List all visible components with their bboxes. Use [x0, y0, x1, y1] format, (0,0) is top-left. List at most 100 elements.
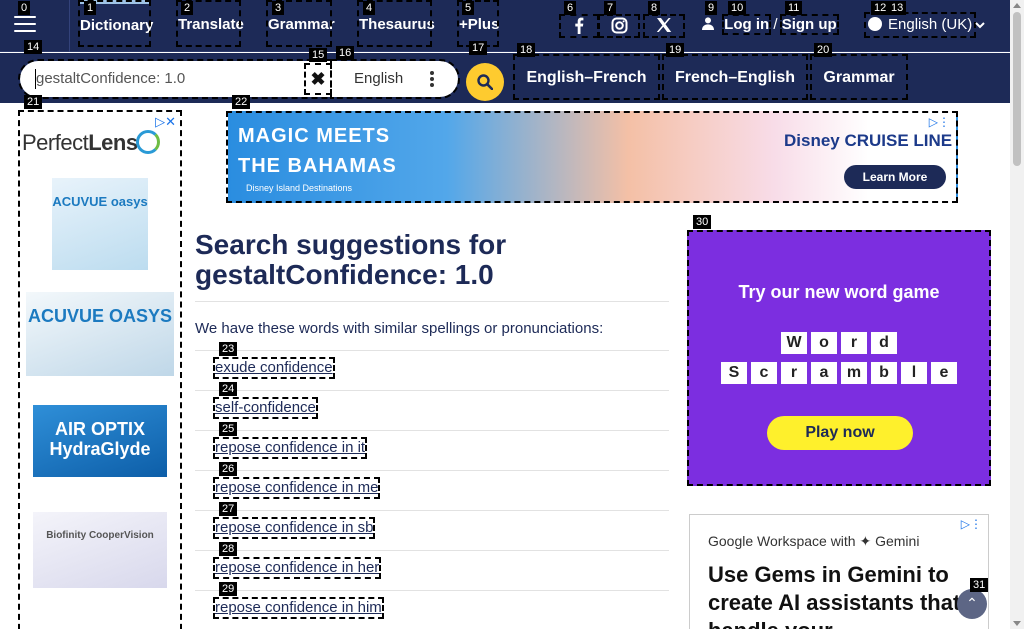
quick-link-french-english[interactable]: French–English: [662, 54, 808, 100]
dictionary-select-value: English: [354, 70, 404, 87]
ad-subline: Disney Island Destinations: [246, 183, 353, 193]
more-vertical-icon: [430, 71, 434, 89]
badge: 27: [219, 502, 238, 516]
language-label: English (UK): [888, 16, 973, 33]
badge: 23: [219, 342, 238, 356]
ad-sponsor: Google Workspace with ✦ Gemini: [708, 533, 920, 549]
word-tiles: Word: [689, 332, 989, 354]
search-input[interactable]: gestaltConfidence: 1.0: [18, 59, 334, 99]
badge: 3: [272, 1, 285, 15]
top-navigation: 0 Dictionary 1 Translate 2 Grammar 3 The…: [0, 0, 1010, 52]
scroll-down-arrow[interactable]: [1013, 621, 1021, 626]
quick-link-grammar[interactable]: Grammar: [810, 54, 908, 100]
language-selector[interactable]: English (UK): [863, 12, 985, 38]
divider: [195, 510, 669, 511]
badge: 20: [814, 43, 833, 57]
account-links: Log in / Sign up: [702, 14, 839, 36]
badge: 8: [648, 1, 661, 15]
word-game-promo[interactable]: Try our new word game Word Scramble Play…: [687, 230, 991, 486]
instagram-icon: [611, 17, 627, 34]
divider: [195, 590, 669, 591]
adchoices-icon[interactable]: ▷⋮: [929, 115, 950, 129]
vertical-scrollbar[interactable]: [1010, 0, 1024, 629]
badge: 7: [604, 1, 617, 15]
x-twitter-link[interactable]: [643, 14, 685, 38]
hamburger-icon: [14, 16, 36, 34]
ad-headline: MAGIC MEETS THE BAHAMAS: [238, 125, 397, 177]
suggestion-link[interactable]: repose confidence in him: [213, 597, 384, 619]
search-button[interactable]: [466, 63, 504, 101]
divider: [195, 470, 669, 471]
badge: 28: [219, 542, 238, 556]
suggestion-link[interactable]: self-confidence: [213, 397, 318, 419]
product-image: AIR OPTIX HydraGlyde: [33, 405, 167, 477]
suggestion-link[interactable]: repose confidence in sb: [212, 517, 376, 539]
scramble-tiles: Scramble: [689, 362, 989, 384]
badge: 19: [666, 43, 685, 57]
badge: 16: [336, 46, 355, 60]
globe-icon: [868, 17, 882, 31]
badge: 1: [84, 1, 97, 15]
badge: 11: [785, 1, 803, 15]
suggestion-link[interactable]: repose confidence in it: [212, 437, 368, 459]
facebook-icon: [575, 17, 584, 34]
signup-link[interactable]: Sign up: [779, 14, 839, 35]
badge: 21: [24, 95, 43, 109]
badge: 9: [705, 1, 718, 15]
divider: [195, 390, 669, 391]
title-prefix: Search suggestions for: [195, 229, 507, 260]
google-workspace-advertisement[interactable]: ▷⋮ Google Workspace with ✦ Gemini Use Ge…: [689, 514, 989, 629]
badge: 24: [219, 382, 238, 396]
play-now-button[interactable]: Play now: [767, 416, 913, 450]
clear-search-button[interactable]: ✖: [304, 63, 332, 95]
page: 0 Dictionary 1 Translate 2 Grammar 3 The…: [0, 0, 1024, 629]
badge: 10: [728, 1, 747, 15]
ad-cta-button[interactable]: Learn More: [844, 165, 946, 189]
badge: 6: [564, 1, 577, 15]
chevron-up-icon: ⌃: [966, 595, 978, 611]
instagram-link[interactable]: [598, 14, 640, 38]
back-to-top-button[interactable]: ⌃: [957, 589, 987, 619]
chevron-down-icon: [975, 22, 985, 29]
title-search-term: gestaltConfidence: 1.0: [195, 259, 494, 290]
ad-brand: Disney CRUISE LINE: [784, 131, 953, 150]
badge: 4: [363, 1, 376, 15]
badge: 14: [24, 40, 43, 54]
suggestion-link[interactable]: repose confidence in me: [212, 477, 381, 499]
quick-link-english-french[interactable]: English–French: [513, 54, 660, 100]
close-icon: ✖: [310, 69, 326, 89]
dictionary-select[interactable]: English: [330, 59, 460, 99]
left-advertisement[interactable]: ▷✕ PerfectLens ACUVUE oasys ACUVUE OASYS…: [18, 110, 182, 629]
badge: 12: [871, 1, 890, 15]
login-link[interactable]: Log in: [722, 14, 772, 35]
login-separator: /: [773, 16, 778, 33]
promo-title: Try our new word game: [738, 282, 940, 302]
divider: [195, 350, 669, 351]
scroll-up-arrow[interactable]: [1013, 3, 1021, 8]
badge: 13: [888, 1, 907, 15]
scrollbar-thumb[interactable]: [1013, 12, 1021, 166]
x-twitter-icon: [656, 18, 672, 32]
product-image: ACUVUE oasys: [52, 178, 148, 270]
suggestions-intro: We have these words with similar spellin…: [195, 320, 604, 337]
badge: 22: [232, 95, 251, 109]
badge: 30: [693, 215, 712, 229]
divider: [195, 301, 669, 302]
suggestion-link[interactable]: repose confidence in her: [212, 557, 382, 579]
ad-headline: Use Gems in Gemini to create AI assistan…: [708, 562, 961, 629]
divider: [195, 550, 669, 551]
user-icon: [702, 17, 714, 30]
badge: 0: [18, 1, 31, 15]
badge: 5: [462, 1, 475, 15]
page-title: Search suggestions for gestaltConfidence…: [195, 230, 506, 290]
search-bar: gestaltConfidence: 1.0 14 ✖ 15 English 1…: [0, 40, 1010, 103]
adchoices-icon[interactable]: ▷⋮: [961, 517, 982, 531]
suggestion-link[interactable]: exude confidence: [213, 357, 335, 379]
badge: 15: [309, 48, 328, 62]
facebook-link[interactable]: [559, 14, 599, 38]
badge: 26: [219, 462, 238, 476]
top-banner-advertisement[interactable]: ▷⋮ MAGIC MEETS THE BAHAMAS Disney Island …: [226, 111, 958, 203]
divider: [195, 430, 669, 431]
adchoices-icon[interactable]: ▷✕: [155, 114, 176, 130]
product-image: ACUVUE OASYS: [26, 292, 174, 376]
